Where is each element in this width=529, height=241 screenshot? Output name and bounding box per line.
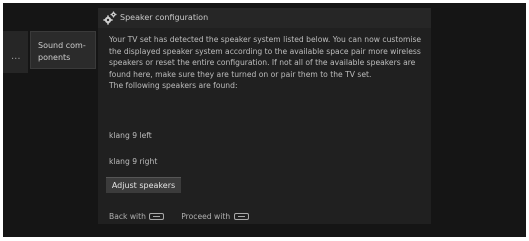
sound-components-menu-item[interactable]: Sound com- ponents xyxy=(30,31,96,69)
speaker-item: klang 9 left xyxy=(109,131,152,140)
speaker-item: klang 9 right xyxy=(109,157,158,166)
back-key-icon xyxy=(149,213,165,220)
tv-screen: ... Sound com- ponents Speaker configura… xyxy=(3,3,526,237)
dialog-description: Your TV set has detected the speaker sys… xyxy=(109,34,425,92)
dialog-title: Speaker configuration xyxy=(120,13,209,22)
description-text: Your TV set has detected the speaker sys… xyxy=(109,35,422,79)
dialog-header: Speaker configuration xyxy=(98,8,431,28)
proceed-key-icon xyxy=(233,213,249,220)
previous-menu-item[interactable]: ... xyxy=(3,31,28,73)
back-hint-label: Back with xyxy=(109,212,146,221)
speaker-configuration-dialog: Speaker configuration Your TV set has de… xyxy=(98,8,431,224)
left-marker: ... xyxy=(11,51,21,62)
speaker-config-gear-icon xyxy=(103,11,117,25)
dialog-footer: Back with Proceed with xyxy=(109,212,249,221)
proceed-hint-label: Proceed with xyxy=(181,212,231,221)
adjust-speakers-button[interactable]: Adjust speakers xyxy=(106,177,181,193)
sound-components-label: Sound com- ponents xyxy=(38,41,86,62)
found-speakers-label: The following speakers are found: xyxy=(109,81,238,91)
